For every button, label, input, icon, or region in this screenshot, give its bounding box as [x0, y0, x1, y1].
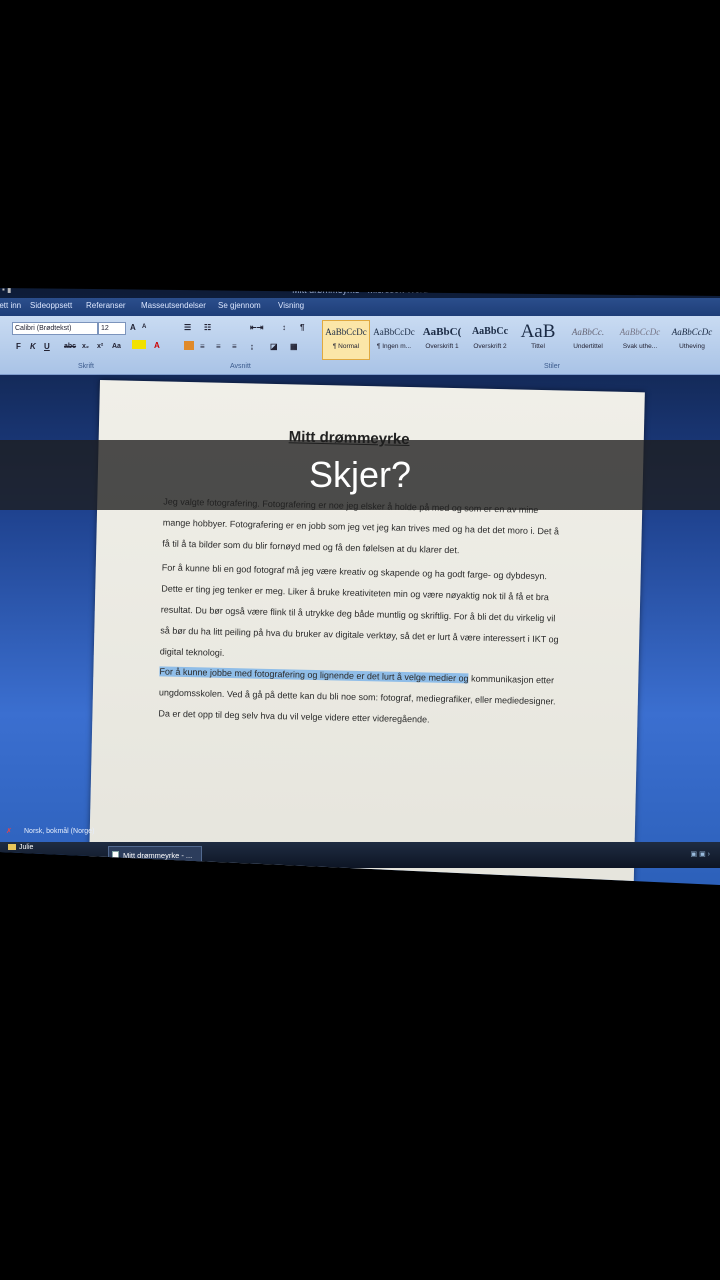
tab-insert[interactable]: Sett inn: [0, 301, 21, 310]
status-bar: ✗ Norsk, bokmål (Norge): [0, 825, 720, 841]
selected-text[interactable]: For å kunne jobbe med fotografering og l…: [159, 666, 469, 684]
italic-button[interactable]: K: [30, 341, 36, 352]
group-styles-label: Stiler: [544, 363, 560, 370]
spelling-icon[interactable]: ✗: [6, 827, 12, 835]
borders-icon[interactable]: ▦: [290, 341, 298, 352]
paragraph-3-rest: kommunikasjon etter ungdomsskolen. Ved å…: [158, 673, 556, 725]
caption-text: Skjer?: [308, 454, 412, 495]
style-subtle-emphasis[interactable]: AaBbCcDc Svak uthe...: [616, 320, 664, 360]
style-title[interactable]: AaB Tittel: [514, 320, 562, 360]
word-icon: [112, 851, 119, 860]
title-bar: ▪ ▮ Mitt drømmeyrke - Microsoft Word: [0, 285, 720, 298]
style-normal[interactable]: AaBbCcDc ¶ Normal: [322, 320, 370, 360]
taskbar-word-button[interactable]: Mitt drømmeyrke - ...: [108, 846, 202, 864]
group-paragraph-label: Avsnitt: [230, 363, 251, 370]
grow-font-button[interactable]: A: [130, 322, 136, 333]
ribbon: Calibri (Brødtekst) 12 A A F K U abc x₂ …: [0, 316, 720, 375]
folder-icon: [8, 844, 16, 851]
align-right-icon[interactable]: ≡: [216, 341, 221, 352]
font-name-select[interactable]: Calibri (Brødtekst): [12, 322, 98, 335]
style-heading-2[interactable]: AaBbCc Overskrift 2: [466, 320, 514, 360]
indent-icon[interactable]: ⇤⇥: [250, 322, 263, 333]
style-subtitle[interactable]: AaBbCc. Undertittel: [564, 320, 612, 360]
subscript-button[interactable]: x₂: [82, 341, 89, 352]
pilcrow-icon[interactable]: ¶: [300, 322, 304, 333]
taskbar-word-label: Mitt drømmeyrke - ...: [123, 851, 193, 860]
group-font-label: Skrift: [78, 363, 94, 370]
caption-overlay: Skjer?: [0, 440, 720, 510]
superscript-button[interactable]: x²: [97, 341, 103, 352]
sort-icon[interactable]: ↕: [282, 322, 286, 333]
style-no-spacing[interactable]: AaBbCcDc ¶ Ingen m...: [370, 320, 418, 360]
paragraph-2: For å kunne bli en god fotograf må jeg v…: [159, 562, 559, 658]
highlight-color-icon[interactable]: [132, 340, 146, 349]
tab-view[interactable]: Visning: [278, 301, 304, 310]
tab-review[interactable]: Se gjennom: [218, 301, 261, 310]
strikethrough-button[interactable]: abc: [64, 341, 76, 352]
tab-page-layout[interactable]: Sideoppsett: [30, 301, 72, 310]
language-status[interactable]: Norsk, bokmål (Norge): [24, 828, 94, 835]
photo-of-monitor: ▪ ▮ Mitt drømmeyrke - Microsoft Word Set…: [0, 280, 720, 900]
bold-button[interactable]: F: [16, 341, 21, 352]
align-left-icon[interactable]: [184, 341, 194, 350]
taskbar: Julie Mitt drømmeyrke - ... ▣ ▣ ›: [0, 842, 720, 868]
align-center-icon[interactable]: ≡: [200, 341, 205, 352]
paragraph-3: For å kunne jobbe med fotografering og l…: [158, 661, 559, 733]
font-size-select[interactable]: 12: [98, 322, 126, 335]
numbering-icon[interactable]: ☷: [204, 322, 211, 333]
underline-button[interactable]: U: [44, 341, 50, 352]
monitor-screen: ▪ ▮ Mitt drømmeyrke - Microsoft Word Set…: [0, 285, 720, 885]
quick-access-toolbar[interactable]: ▪ ▮: [2, 288, 11, 298]
style-heading-1[interactable]: AaBbC( Overskrift 1: [418, 320, 466, 360]
ribbon-tabs: Sett inn Sideoppsett Referanser Masseuts…: [0, 298, 720, 316]
justify-icon[interactable]: ≡: [232, 341, 237, 352]
system-tray-icon[interactable]: ▣ ▣ ›: [691, 850, 710, 858]
shrink-font-button[interactable]: A: [142, 322, 146, 333]
bullets-icon[interactable]: ☰: [184, 322, 191, 333]
tab-mailings[interactable]: Masseutsendelser: [141, 301, 206, 310]
folder-julie[interactable]: Julie: [8, 844, 33, 851]
line-spacing-icon[interactable]: ↨: [250, 341, 254, 352]
font-color-icon[interactable]: A: [154, 340, 160, 351]
change-case-button[interactable]: Aa: [112, 341, 121, 352]
shading-icon[interactable]: ◪: [270, 341, 278, 352]
tab-references[interactable]: Referanser: [86, 301, 126, 310]
window-title: Mitt drømmeyrke - Microsoft Word: [292, 285, 428, 295]
style-emphasis[interactable]: AaBbCcDc Utheving: [668, 320, 716, 360]
